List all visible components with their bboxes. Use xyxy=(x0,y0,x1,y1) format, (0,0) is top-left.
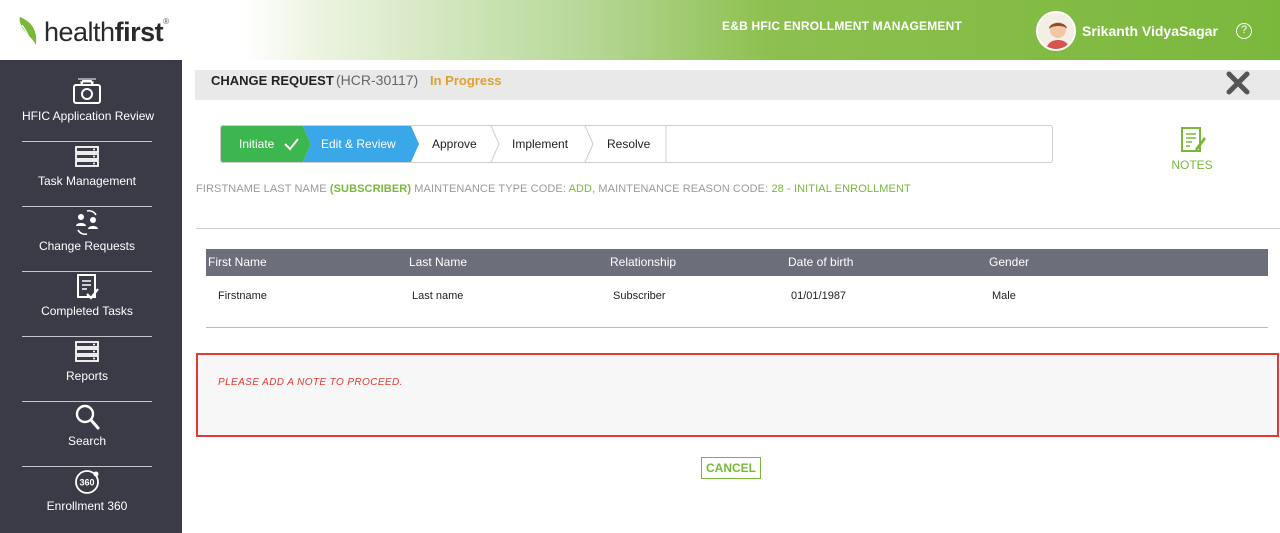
sidebar-item-change-requests[interactable]: Change Requests xyxy=(22,207,152,272)
status-badge: In Progress xyxy=(430,73,502,88)
column-header-date-of-birth: Date of birth xyxy=(788,255,854,269)
alert-message: PLEASE ADD A NOTE TO PROCEED. xyxy=(218,377,403,388)
cell-gender: Male xyxy=(992,290,1016,302)
step-divider xyxy=(584,126,594,162)
question-circle-icon[interactable]: ? xyxy=(1236,23,1252,39)
column-header-relationship: Relationship xyxy=(610,255,677,269)
notes-label: NOTES xyxy=(1171,158,1213,172)
maintenance-type-value: ADD, xyxy=(568,183,596,195)
logo-wordmark: healthfirst® xyxy=(44,16,169,47)
notes-icon xyxy=(1181,127,1206,152)
step-initiate[interactable]: Initiate xyxy=(239,126,274,162)
sidebar-item-hfic-application-review[interactable]: HFIC Application Review xyxy=(22,77,154,142)
change-request-id: (HCR-30117) xyxy=(336,72,419,88)
cell-relationship: Subscriber xyxy=(613,290,666,302)
sidebar-item-task-management[interactable]: Task Management xyxy=(22,142,152,207)
column-header-gender: Gender xyxy=(989,255,1030,269)
step-approve[interactable]: Approve xyxy=(432,126,477,162)
step-resolve[interactable]: Resolve xyxy=(607,126,650,162)
subscriber-tag: (SUBSCRIBER) xyxy=(329,183,412,195)
sidebar-nav: HFIC Application Review Task Management … xyxy=(0,60,182,533)
user-name: Srikanth VidyaSagar xyxy=(1082,23,1218,39)
notes-required-alert: PLEASE ADD A NOTE TO PROCEED. xyxy=(196,353,1279,437)
user-menu[interactable]: Srikanth VidyaSagar xyxy=(1036,11,1218,51)
column-header-first-name: First Name xyxy=(208,255,267,269)
sidebar-item-search[interactable]: Search xyxy=(22,402,152,467)
360-badge-icon: 360 xyxy=(75,470,99,494)
maintenance-reason-value: 28 - INITIAL ENROLLMENT xyxy=(771,183,911,195)
step-implement[interactable]: Implement xyxy=(512,126,568,162)
table-row[interactable]: Firstname Last name Subscriber 01/01/198… xyxy=(206,276,1268,316)
step-edit-review[interactable]: Edit & Review xyxy=(321,126,396,162)
cell-first-name: Firstname xyxy=(218,290,267,302)
table-divider xyxy=(206,327,1268,328)
user-avatar-icon xyxy=(1038,13,1074,49)
column-header-last-name: Last Name xyxy=(409,255,468,269)
maintenance-info: FIRSTNAME LAST NAME (SUBSCRIBER) MAINTEN… xyxy=(196,183,911,195)
svg-text:360: 360 xyxy=(79,478,94,488)
people-exchange-icon xyxy=(76,209,98,236)
cell-date-of-birth: 01/01/1987 xyxy=(791,290,847,302)
camera-icon xyxy=(73,78,101,104)
close-icon[interactable] xyxy=(1225,70,1251,96)
sidebar-item-completed-tasks[interactable]: Completed Tasks xyxy=(22,272,152,337)
cancel-button[interactable]: CANCEL xyxy=(701,457,761,479)
avatar xyxy=(1036,11,1076,51)
magnifier-icon xyxy=(75,404,100,430)
workflow-stepper: Initiate Edit & Review Approve Implement… xyxy=(220,125,1053,163)
sidebar-item-enrollment-360[interactable]: 360 Enrollment 360 xyxy=(22,467,152,532)
step-divider xyxy=(490,126,500,162)
sidebar-item-reports[interactable]: Reports xyxy=(22,337,152,402)
change-request-title: CHANGE REQUEST xyxy=(211,73,334,88)
server-stack-icon xyxy=(75,341,99,362)
section-divider xyxy=(196,228,1280,229)
cell-last-name: Last name xyxy=(412,290,464,302)
table-header: First Name Last Name Relationship Date o… xyxy=(206,249,1268,276)
server-stack-icon xyxy=(75,146,99,167)
checklist-icon xyxy=(77,274,99,300)
change-request-header: CHANGE REQUEST (HCR-30117) In Progress xyxy=(195,70,1280,100)
app-title: E&B HFIC ENROLLMENT MANAGEMENT xyxy=(722,19,962,33)
top-bar: healthfirst® E&B HFIC ENROLLMENT MANAGEM… xyxy=(0,0,1280,60)
maintenance-reason-label: MAINTENANCE REASON CODE: xyxy=(598,183,769,195)
maintenance-type-label: MAINTENANCE TYPE CODE: xyxy=(414,183,566,195)
members-table: First Name Last Name Relationship Date o… xyxy=(206,249,1268,316)
member-name: FIRSTNAME LAST NAME xyxy=(196,183,327,195)
leaf-logo-icon xyxy=(19,17,37,48)
healthfirst-logo[interactable]: healthfirst® xyxy=(16,14,169,50)
notes-button[interactable]: NOTES xyxy=(1170,125,1214,172)
